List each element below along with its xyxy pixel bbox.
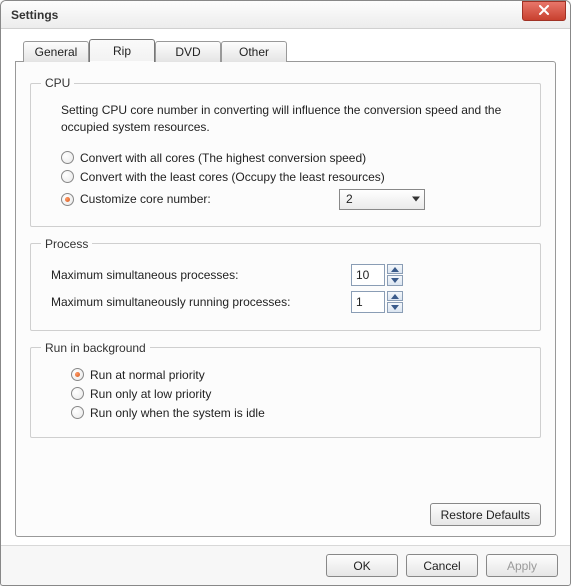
- group-process: Process Maximum simultaneous processes: …: [30, 237, 541, 331]
- cpu-option-all-row[interactable]: Convert with all cores (The highest conv…: [61, 151, 528, 165]
- tab-other[interactable]: Other: [221, 41, 287, 62]
- tab-label: Rip: [113, 44, 131, 58]
- group-background-legend: Run in background: [41, 341, 150, 355]
- max-run-label: Maximum simultaneously running processes…: [51, 295, 351, 309]
- tab-label: General: [35, 45, 78, 59]
- restore-row: Restore Defaults: [30, 495, 541, 526]
- max-run-row: Maximum simultaneously running processes…: [51, 291, 528, 313]
- max-run-spinner: [351, 291, 403, 313]
- tab-label: DVD: [175, 45, 200, 59]
- dialog-footer: OK Cancel Apply: [1, 545, 570, 585]
- titlebar: Settings: [1, 1, 570, 29]
- bg-option-idle-label: Run only when the system is idle: [90, 406, 265, 420]
- radio-icon[interactable]: [71, 406, 84, 419]
- radio-icon[interactable]: [71, 368, 84, 381]
- max-sim-row: Maximum simultaneous processes:: [51, 264, 528, 286]
- window-title: Settings: [11, 8, 58, 22]
- tab-strip: General Rip DVD Other: [23, 41, 556, 62]
- cpu-option-least-label: Convert with the least cores (Occupy the…: [80, 170, 385, 184]
- cpu-option-custom-row: Customize core number: 2: [61, 189, 528, 210]
- core-number-value: 2: [346, 192, 353, 206]
- content-area: General Rip DVD Other CPU Setting CPU co…: [1, 29, 570, 545]
- cpu-option-least-row[interactable]: Convert with the least cores (Occupy the…: [61, 170, 528, 184]
- bg-option-normal-row[interactable]: Run at normal priority: [71, 368, 528, 382]
- chevron-down-icon: [412, 197, 420, 202]
- radio-icon[interactable]: [61, 151, 74, 164]
- restore-defaults-button[interactable]: Restore Defaults: [430, 503, 541, 526]
- tab-dvd[interactable]: DVD: [155, 41, 221, 62]
- max-sim-down[interactable]: [387, 275, 403, 286]
- max-run-input[interactable]: [351, 291, 385, 313]
- group-cpu: CPU Setting CPU core number in convertin…: [30, 76, 541, 227]
- max-run-down[interactable]: [387, 302, 403, 313]
- max-sim-up[interactable]: [387, 264, 403, 275]
- cpu-option-custom-radio[interactable]: Customize core number:: [61, 192, 339, 206]
- bg-option-normal-label: Run at normal priority: [90, 368, 205, 382]
- bg-option-low-label: Run only at low priority: [90, 387, 211, 401]
- tab-label: Other: [239, 45, 269, 59]
- max-sim-input[interactable]: [351, 264, 385, 286]
- group-cpu-legend: CPU: [41, 76, 74, 90]
- settings-window: Settings General Rip DVD Other CPU Setti…: [0, 0, 571, 586]
- ok-button[interactable]: OK: [326, 554, 398, 577]
- cpu-option-all-label: Convert with all cores (The highest conv…: [80, 151, 366, 165]
- radio-icon[interactable]: [61, 193, 74, 206]
- group-process-legend: Process: [41, 237, 92, 251]
- bg-option-low-row[interactable]: Run only at low priority: [71, 387, 528, 401]
- tab-panel-rip: CPU Setting CPU core number in convertin…: [15, 61, 556, 537]
- close-icon: [538, 4, 550, 18]
- tab-rip[interactable]: Rip: [89, 39, 155, 62]
- cpu-description: Setting CPU core number in converting wi…: [61, 102, 528, 137]
- cpu-option-custom-label: Customize core number:: [80, 192, 211, 206]
- group-background: Run in background Run at normal priority…: [30, 341, 541, 438]
- tab-general[interactable]: General: [23, 41, 89, 62]
- cancel-button[interactable]: Cancel: [406, 554, 478, 577]
- apply-button[interactable]: Apply: [486, 554, 558, 577]
- max-run-up[interactable]: [387, 291, 403, 302]
- core-number-select[interactable]: 2: [339, 189, 425, 210]
- max-sim-spinner: [351, 264, 403, 286]
- max-sim-label: Maximum simultaneous processes:: [51, 268, 351, 282]
- bg-option-idle-row[interactable]: Run only when the system is idle: [71, 406, 528, 420]
- radio-icon[interactable]: [71, 387, 84, 400]
- radio-icon[interactable]: [61, 170, 74, 183]
- close-button[interactable]: [522, 1, 566, 21]
